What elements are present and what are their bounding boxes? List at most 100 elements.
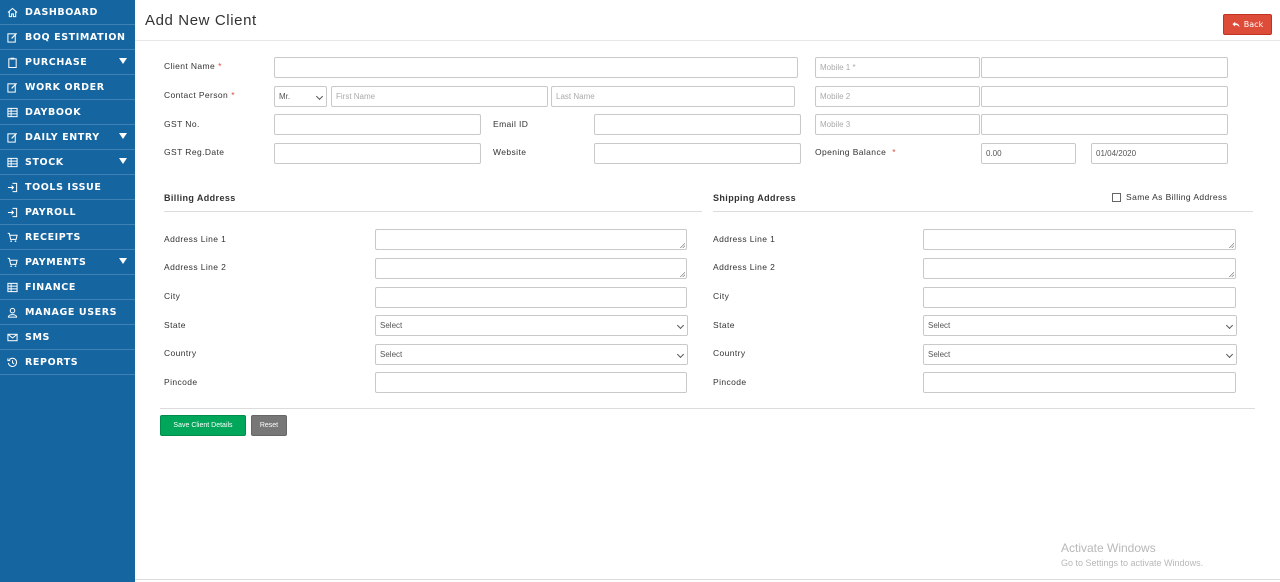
- shipping-pincode-input[interactable]: [923, 372, 1236, 393]
- sidebar-item-label: WORK ORDER: [25, 81, 105, 93]
- shipping-address1-label: Address Line 1: [713, 234, 776, 244]
- actions-divider: [160, 408, 1255, 409]
- billing-address1-label: Address Line 1: [164, 234, 227, 244]
- sidebar-item-finance[interactable]: FINANCE: [0, 275, 135, 300]
- mobile3-input[interactable]: Mobile 3: [815, 114, 980, 135]
- mobile3-number-input[interactable]: [981, 114, 1228, 135]
- gst-no-label: GST No.: [164, 119, 200, 129]
- salutation-select[interactable]: Mr.: [274, 86, 327, 107]
- billing-state-label: State: [164, 320, 186, 330]
- sidebar-item-label: DAYBOOK: [25, 106, 82, 118]
- email-label: Email ID: [493, 119, 529, 129]
- chevron-down-icon: [676, 321, 685, 330]
- title-divider: [135, 40, 1280, 41]
- sidebar-item-label: PAYROLL: [25, 206, 77, 218]
- sidebar-item-receipts[interactable]: RECEIPTS: [0, 225, 135, 250]
- edit-icon: [6, 31, 18, 43]
- mobile1-input[interactable]: Mobile 1 *: [815, 57, 980, 78]
- billing-address1-textarea[interactable]: [375, 229, 687, 250]
- email-input[interactable]: [594, 114, 801, 135]
- shipping-pincode-label: Pincode: [713, 377, 747, 387]
- website-input[interactable]: [594, 143, 801, 164]
- reset-button[interactable]: Reset: [251, 415, 287, 436]
- same-as-billing-checkbox[interactable]: [1112, 193, 1121, 202]
- gst-reg-date-input[interactable]: [274, 143, 481, 164]
- opening-date-input[interactable]: 01/04/2020: [1091, 143, 1228, 164]
- sidebar-item-label: DAILY ENTRY: [25, 131, 100, 143]
- shipping-address1-textarea[interactable]: [923, 229, 1236, 250]
- edit-icon: [6, 131, 18, 143]
- mobile1-number-input[interactable]: [981, 57, 1228, 78]
- shipping-city-label: City: [713, 291, 730, 301]
- sidebar-item-label: DASHBOARD: [25, 6, 99, 18]
- gst-no-input[interactable]: [274, 114, 481, 135]
- billing-address2-label: Address Line 2: [164, 262, 227, 272]
- back-button-label: Back: [1243, 20, 1264, 29]
- sidebar-item-sms[interactable]: SMS: [0, 325, 135, 350]
- save-client-button[interactable]: Save Client Details: [160, 415, 246, 436]
- activate-windows-subtitle: Go to Settings to activate Windows.: [1061, 558, 1204, 568]
- chevron-down-icon: [315, 92, 324, 101]
- caret-down-icon: [119, 158, 127, 164]
- sidebar: DASHBOARD BOQ ESTIMATION PURCHASE WORK O…: [0, 0, 135, 582]
- shipping-divider: [713, 211, 1253, 212]
- sidebar-item-payroll[interactable]: PAYROLL: [0, 200, 135, 225]
- sidebar-item-reports[interactable]: REPORTS: [0, 350, 135, 375]
- cart-icon: [6, 231, 18, 243]
- shipping-address2-label: Address Line 2: [713, 262, 776, 272]
- billing-city-label: City: [164, 291, 181, 301]
- shipping-address2-textarea[interactable]: [923, 258, 1236, 279]
- sidebar-item-label: BOQ ESTIMATION: [25, 31, 126, 43]
- client-name-input[interactable]: [274, 57, 798, 78]
- sidebar-item-work-order[interactable]: WORK ORDER: [0, 75, 135, 100]
- sidebar-item-tools-issue[interactable]: TOOLS ISSUE: [0, 175, 135, 200]
- mobile2-number-input[interactable]: [981, 86, 1228, 107]
- gst-reg-date-label: GST Reg.Date: [164, 147, 225, 157]
- required-mark: *: [892, 147, 896, 157]
- user-icon: [6, 306, 18, 318]
- home-icon: [6, 6, 18, 18]
- caret-down-icon: [119, 133, 127, 139]
- page-title: Add New Client: [145, 12, 257, 29]
- website-label: Website: [493, 147, 527, 157]
- opening-balance-input[interactable]: 0.00: [981, 143, 1076, 164]
- sidebar-item-label: TOOLS ISSUE: [25, 181, 102, 193]
- sidebar-item-daily-entry[interactable]: DAILY ENTRY: [0, 125, 135, 150]
- shipping-city-input[interactable]: [923, 287, 1236, 308]
- back-button[interactable]: Back: [1223, 14, 1272, 35]
- sign-in-icon: [6, 206, 18, 218]
- first-name-input[interactable]: First Name: [331, 86, 548, 107]
- sidebar-item-payments[interactable]: PAYMENTS: [0, 250, 135, 275]
- history-icon: [6, 356, 18, 368]
- sidebar-item-purchase[interactable]: PURCHASE: [0, 50, 135, 75]
- table-icon: [6, 281, 18, 293]
- table-icon: [6, 156, 18, 168]
- sidebar-item-stock[interactable]: STOCK: [0, 150, 135, 175]
- sidebar-item-boq-estimation[interactable]: BOQ ESTIMATION: [0, 25, 135, 50]
- billing-country-select[interactable]: Select: [375, 344, 688, 365]
- billing-address2-textarea[interactable]: [375, 258, 687, 279]
- caret-down-icon: [119, 58, 127, 64]
- chevron-down-icon: [676, 350, 685, 359]
- shipping-country-select[interactable]: Select: [923, 344, 1237, 365]
- sidebar-item-daybook[interactable]: DAYBOOK: [0, 100, 135, 125]
- billing-country-label: Country: [164, 348, 197, 358]
- billing-state-select[interactable]: Select: [375, 315, 688, 336]
- cart-icon: [6, 256, 18, 268]
- mobile2-input[interactable]: Mobile 2: [815, 86, 980, 107]
- main-content: Add New Client Back Client Name * Mobile …: [135, 0, 1280, 582]
- table-icon: [6, 106, 18, 118]
- billing-pincode-input[interactable]: [375, 372, 687, 393]
- billing-city-input[interactable]: [375, 287, 687, 308]
- sidebar-item-label: FINANCE: [25, 281, 76, 293]
- sidebar-item-manage-users[interactable]: MANAGE USERS: [0, 300, 135, 325]
- sidebar-item-dashboard[interactable]: DASHBOARD: [0, 0, 135, 25]
- shipping-state-select[interactable]: Select: [923, 315, 1237, 336]
- activate-windows-title: Activate Windows: [1061, 541, 1156, 555]
- sign-in-icon: [6, 181, 18, 193]
- client-name-label: Client Name *: [164, 61, 222, 71]
- sidebar-item-label: STOCK: [25, 156, 64, 168]
- last-name-input[interactable]: Last Name: [551, 86, 795, 107]
- sidebar-item-label: RECEIPTS: [25, 231, 81, 243]
- billing-divider: [164, 211, 702, 212]
